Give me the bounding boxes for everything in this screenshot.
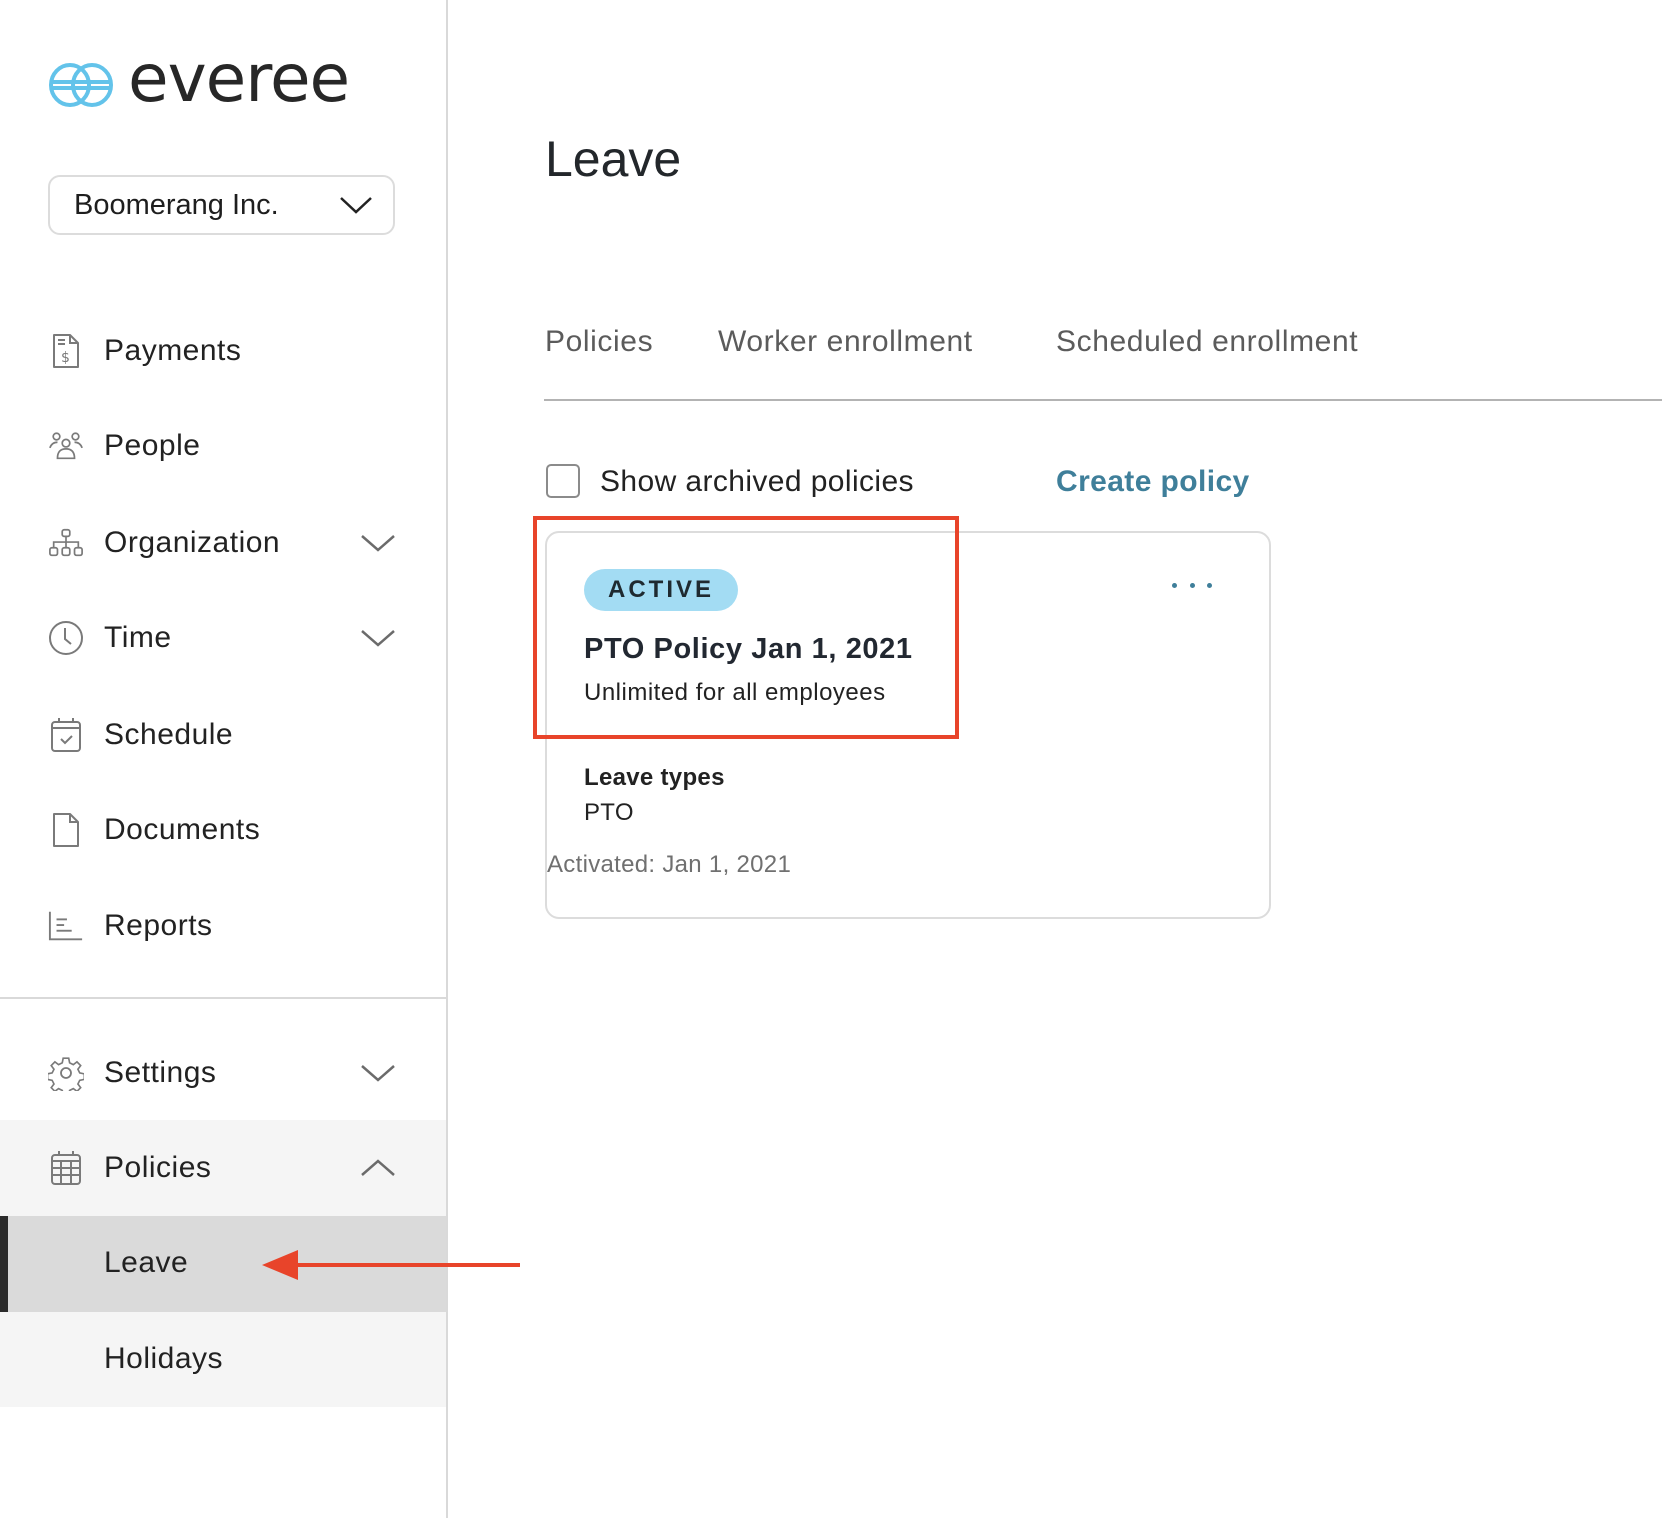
sidebar-item-label: Policies	[104, 1151, 212, 1184]
page-title: Leave	[545, 131, 682, 187]
more-horizontal-icon[interactable]	[1172, 573, 1212, 597]
chevron-down-icon	[361, 535, 395, 552]
sidebar-item-label: Settings	[104, 1056, 217, 1089]
calendar-grid-icon	[48, 1150, 84, 1186]
sidebar-item-policies[interactable]: Policies	[0, 1128, 446, 1208]
sidebar-subitem-label: Holidays	[104, 1342, 224, 1375]
sidebar-divider	[0, 997, 446, 999]
tabs-divider	[544, 399, 1662, 401]
reports-icon	[48, 908, 84, 944]
show-archived-checkbox[interactable]	[546, 464, 580, 498]
sidebar-item-label: Documents	[104, 813, 261, 846]
leave-types-label: Leave types	[584, 764, 725, 791]
policy-title: PTO Policy Jan 1, 2021	[584, 633, 913, 665]
sidebar-item-settings[interactable]: Settings	[0, 1033, 446, 1113]
payments-doc-icon: $	[48, 333, 84, 369]
sidebar-item-documents[interactable]: Documents	[0, 790, 446, 870]
create-policy-link[interactable]: Create policy	[1056, 465, 1250, 499]
org-chart-icon	[48, 525, 84, 561]
chevron-up-icon	[361, 1159, 395, 1176]
sidebar-item-label: Time	[104, 621, 172, 654]
people-icon	[48, 428, 84, 464]
sidebar-item-label: Schedule	[104, 718, 234, 751]
sidebar-subitem-label: Leave	[104, 1246, 189, 1279]
tab-policies[interactable]: Policies	[545, 325, 653, 359]
policy-card[interactable]: ACTIVE PTO Policy Jan 1, 2021 Unlimited …	[545, 531, 1271, 919]
tab-worker-enrollment[interactable]: Worker enrollment	[718, 325, 973, 359]
sidebar-item-payments[interactable]: $ Payments	[0, 311, 446, 391]
sidebar-item-people[interactable]: People	[0, 406, 446, 486]
sidebar-item-label: People	[104, 429, 201, 462]
sidebar-item-schedule[interactable]: Schedule	[0, 695, 446, 775]
sidebar-item-organization[interactable]: Organization	[0, 503, 446, 583]
chevron-down-icon	[340, 197, 372, 214]
calendar-check-icon	[48, 717, 84, 753]
company-select[interactable]: Boomerang Inc.	[48, 175, 395, 235]
show-archived-label[interactable]: Show archived policies	[600, 465, 914, 499]
sidebar-item-label: Reports	[104, 909, 213, 942]
status-badge: ACTIVE	[584, 569, 739, 611]
tab-scheduled-enrollment[interactable]: Scheduled enrollment	[1056, 325, 1358, 359]
clock-icon	[48, 620, 84, 656]
sidebar-subitem-leave[interactable]: Leave	[0, 1216, 446, 1312]
activated-date: Activated: Jan 1, 2021	[547, 851, 792, 878]
sidebar-item-reports[interactable]: Reports	[0, 886, 446, 966]
sidebar-item-time[interactable]: Time	[0, 598, 446, 678]
sidebar: everee Boomerang Inc. $ Payments People	[0, 0, 448, 1518]
leave-types-value: PTO	[584, 799, 634, 826]
company-select-value: Boomerang Inc.	[74, 188, 279, 221]
chevron-down-icon	[361, 630, 395, 647]
chevron-down-icon	[361, 1065, 395, 1082]
everee-globe-icon	[49, 63, 113, 107]
document-icon	[48, 812, 84, 848]
svg-text:$: $	[61, 350, 70, 366]
sidebar-item-label: Payments	[104, 334, 242, 367]
everee-logo[interactable]: everee	[48, 46, 350, 114]
gear-icon	[48, 1055, 84, 1091]
brand-name: everee	[128, 40, 350, 117]
sidebar-subitem-holidays[interactable]: Holidays	[0, 1312, 446, 1408]
policy-subtitle: Unlimited for all employees	[584, 679, 886, 706]
sidebar-item-label: Organization	[104, 526, 281, 559]
